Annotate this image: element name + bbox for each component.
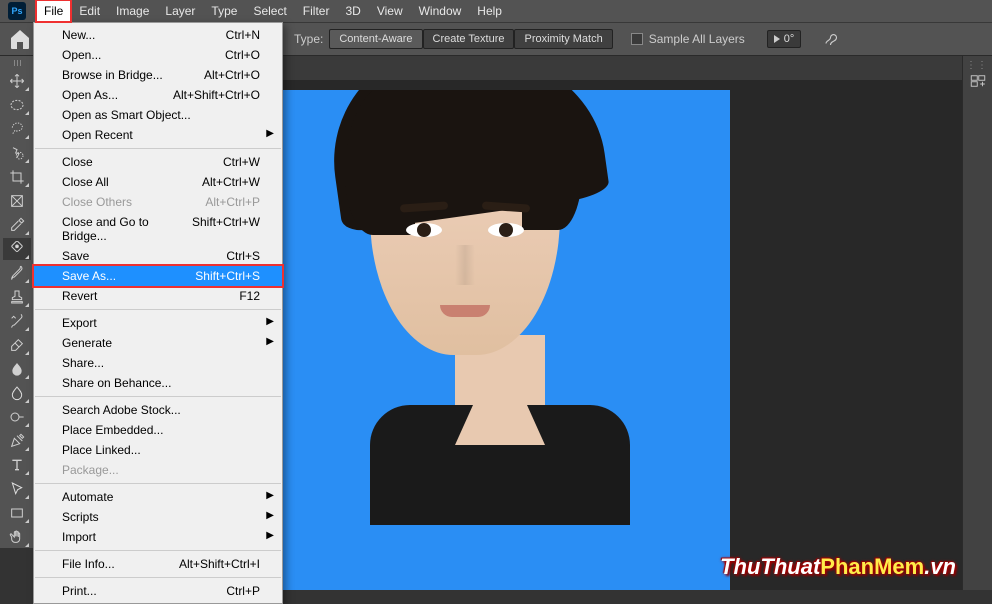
menu-item-place-linked[interactable]: Place Linked... bbox=[34, 440, 282, 460]
menu-item-close[interactable]: CloseCtrl+W bbox=[34, 152, 282, 172]
angle-icon bbox=[774, 35, 780, 43]
menu-item-browse-in-bridge[interactable]: Browse in Bridge...Alt+Ctrl+O bbox=[34, 65, 282, 85]
rectangle-tool[interactable] bbox=[3, 502, 31, 524]
menu-item-print[interactable]: Print...Ctrl+P bbox=[34, 581, 282, 601]
eraser-tool[interactable] bbox=[3, 334, 31, 356]
menu-filter[interactable]: Filter bbox=[295, 0, 338, 22]
menu-window[interactable]: Window bbox=[411, 0, 470, 22]
sample-all-layers-checkbox[interactable] bbox=[631, 33, 643, 45]
opt-btn-content-aware[interactable]: Content-Aware bbox=[329, 29, 422, 49]
blur-tool[interactable] bbox=[3, 382, 31, 404]
angle-input[interactable]: 0° bbox=[767, 30, 802, 48]
menu-item-close-and-go-to-bridge[interactable]: Close and Go to Bridge...Shift+Ctrl+W bbox=[34, 212, 282, 246]
right-panel-strip: ⋮⋮ bbox=[962, 56, 992, 590]
menu-item-open[interactable]: Open...Ctrl+O bbox=[34, 45, 282, 65]
opt-btn-proximity-match[interactable]: Proximity Match bbox=[514, 29, 612, 49]
menu-file[interactable]: File bbox=[36, 0, 71, 22]
options-type-label: Type: bbox=[294, 32, 323, 46]
brush-tool[interactable] bbox=[3, 262, 31, 284]
menu-item-save-as[interactable]: Save As...Shift+Ctrl+S bbox=[34, 266, 282, 286]
history-brush-tool[interactable] bbox=[3, 310, 31, 332]
menu-3d[interactable]: 3D bbox=[337, 0, 368, 22]
menu-item-open-as-smart-object[interactable]: Open as Smart Object... bbox=[34, 105, 282, 125]
brush-settings-icon[interactable] bbox=[823, 30, 841, 48]
menu-layer[interactable]: Layer bbox=[157, 0, 203, 22]
menu-item-open-as[interactable]: Open As...Alt+Shift+Ctrl+O bbox=[34, 85, 282, 105]
menu-bar: Ps FileEditImageLayerTypeSelectFilter3DV… bbox=[0, 0, 992, 22]
gradient-tool[interactable] bbox=[3, 358, 31, 380]
opt-btn-create-texture[interactable]: Create Texture bbox=[423, 29, 515, 49]
panel-icon[interactable] bbox=[969, 72, 987, 95]
dodge-tool[interactable] bbox=[3, 406, 31, 428]
file-menu-dropdown: New...Ctrl+NOpen...Ctrl+OBrowse in Bridg… bbox=[33, 22, 283, 604]
frame-tool[interactable] bbox=[3, 190, 31, 212]
app-logo: Ps bbox=[8, 2, 26, 20]
quick-selection-tool[interactable] bbox=[3, 142, 31, 164]
menu-item-package: Package... bbox=[34, 460, 282, 480]
menu-item-share-on-behance[interactable]: Share on Behance... bbox=[34, 373, 282, 393]
stamp-tool[interactable] bbox=[3, 286, 31, 308]
menu-item-export[interactable]: Export▶ bbox=[34, 313, 282, 333]
home-icon[interactable] bbox=[8, 27, 32, 51]
crop-tool[interactable] bbox=[3, 166, 31, 188]
pen-tool[interactable] bbox=[3, 430, 31, 452]
watermark: ThuThuatPhanMem.vn bbox=[720, 554, 956, 580]
menu-item-close-others: Close OthersAlt+Ctrl+P bbox=[34, 192, 282, 212]
toolbox bbox=[0, 56, 34, 548]
menu-edit[interactable]: Edit bbox=[71, 0, 108, 22]
spot-healing-tool[interactable] bbox=[3, 238, 31, 260]
menu-type[interactable]: Type bbox=[203, 0, 245, 22]
menu-item-new[interactable]: New...Ctrl+N bbox=[34, 25, 282, 45]
menu-item-search-adobe-stock[interactable]: Search Adobe Stock... bbox=[34, 400, 282, 420]
menu-item-place-embedded[interactable]: Place Embedded... bbox=[34, 420, 282, 440]
lasso-tool[interactable] bbox=[3, 118, 31, 140]
document-photo bbox=[270, 90, 730, 590]
menu-item-close-all[interactable]: Close AllAlt+Ctrl+W bbox=[34, 172, 282, 192]
menu-help[interactable]: Help bbox=[469, 0, 510, 22]
menu-select[interactable]: Select bbox=[245, 0, 294, 22]
sample-all-layers-label: Sample All Layers bbox=[649, 32, 745, 46]
menu-item-revert[interactable]: RevertF12 bbox=[34, 286, 282, 306]
menu-image[interactable]: Image bbox=[108, 0, 157, 22]
move-tool[interactable] bbox=[3, 70, 31, 92]
eyedropper-tool[interactable] bbox=[3, 214, 31, 236]
type-tool[interactable] bbox=[3, 454, 31, 476]
marquee-tool[interactable] bbox=[3, 94, 31, 116]
menu-item-generate[interactable]: Generate▶ bbox=[34, 333, 282, 353]
menu-item-import[interactable]: Import▶ bbox=[34, 527, 282, 547]
menu-item-open-recent[interactable]: Open Recent▶ bbox=[34, 125, 282, 145]
menu-item-scripts[interactable]: Scripts▶ bbox=[34, 507, 282, 527]
menu-item-save[interactable]: SaveCtrl+S bbox=[34, 246, 282, 266]
path-selection-tool[interactable] bbox=[3, 478, 31, 500]
hand-tool[interactable] bbox=[3, 526, 31, 548]
menu-item-share[interactable]: Share... bbox=[34, 353, 282, 373]
menu-view[interactable]: View bbox=[369, 0, 411, 22]
menu-item-file-info[interactable]: File Info...Alt+Shift+Ctrl+I bbox=[34, 554, 282, 574]
menu-item-automate[interactable]: Automate▶ bbox=[34, 487, 282, 507]
